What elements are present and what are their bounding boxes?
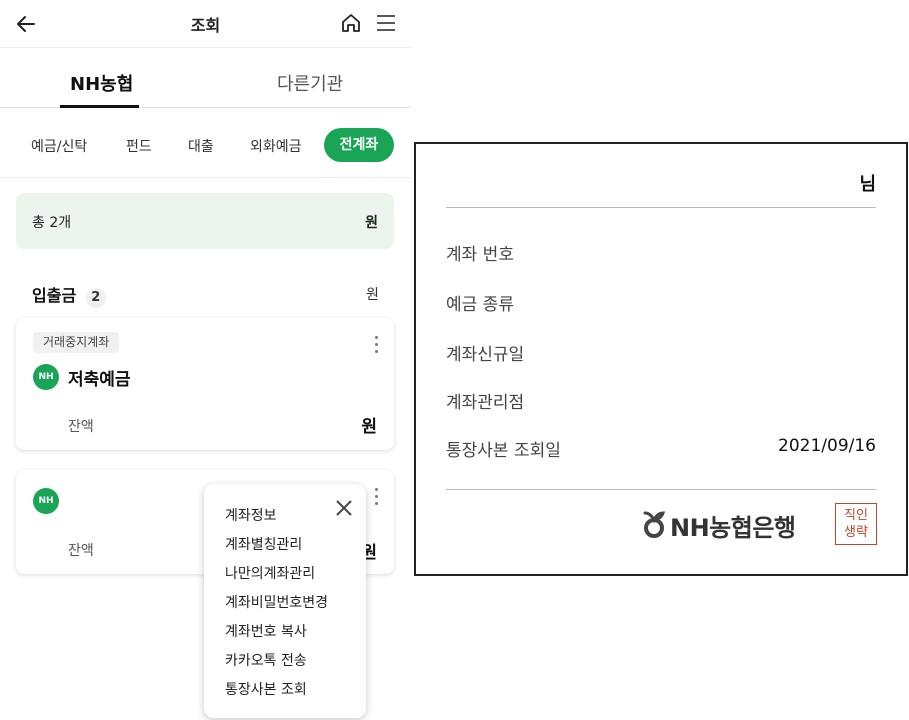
more-options-icon[interactable] xyxy=(372,334,380,356)
menu-item-passbook-copy[interactable]: 통장사본 조회 xyxy=(225,679,307,699)
category-fund[interactable]: 펀드 xyxy=(126,136,152,156)
balance-unit: 원 xyxy=(361,417,377,437)
close-icon[interactable] xyxy=(334,498,354,518)
customer-name-suffix: 님 xyxy=(859,174,876,195)
category-deposit-trust[interactable]: 예금/신탁 xyxy=(31,136,87,156)
divider xyxy=(446,489,876,490)
menu-item-alias-management[interactable]: 계좌별칭관리 xyxy=(225,534,302,554)
total-summary: 총 2개 원 xyxy=(16,193,394,249)
passbook-copy-document: 님 계좌 번호 예금 종류 계좌신규일 계좌관리점 통장사본 조회일 2021/… xyxy=(414,142,908,576)
divider xyxy=(446,207,876,208)
menu-item-account-info[interactable]: 계좌정보 xyxy=(225,505,277,525)
account-card[interactable]: 거래중지계좌 NH 저축예금 잔액 원 xyxy=(16,318,394,450)
tab-nh[interactable]: NH농협 xyxy=(70,70,133,96)
balance-label: 잔액 xyxy=(68,419,94,435)
top-bar: 조회 xyxy=(0,0,411,48)
stamp-line: 직인 xyxy=(844,508,868,523)
section-unit: 원 xyxy=(366,287,379,303)
nh-logo-icon: NH xyxy=(33,488,59,514)
balance-label: 잔액 xyxy=(68,543,94,559)
account-name: 저축예금 xyxy=(68,370,131,390)
menu-item-change-password[interactable]: 계좌비밀번호변경 xyxy=(225,592,328,612)
row-label: 계좌 번호 xyxy=(446,245,514,265)
menu-item-copy-account-number[interactable]: 계좌번호 복사 xyxy=(225,621,307,641)
home-icon[interactable] xyxy=(340,12,362,34)
section-count-badge: 2 xyxy=(85,288,106,308)
total-count: 총 2개 xyxy=(32,215,72,231)
category-foreign-deposit[interactable]: 외화예금 xyxy=(250,136,302,156)
institution-tabs: NH농협 다른기관 xyxy=(0,48,411,108)
section-label: 입출금 xyxy=(32,286,77,305)
total-unit: 원 xyxy=(365,215,378,231)
menu-item-kakaotalk-send[interactable]: 카카오톡 전송 xyxy=(225,650,307,670)
row-label: 통장사본 조회일 xyxy=(446,441,561,461)
account-inquiry-screen: 조회 NH농협 다른기관 예금/신탁 펀드 대출 외화예금 전계좌 총 2개 원… xyxy=(0,0,411,720)
row-value: 2021/09/16 xyxy=(778,436,876,456)
row-label: 계좌신규일 xyxy=(446,345,525,365)
brand-name: NH농협은행 xyxy=(670,514,796,542)
tab-other-institutions[interactable]: 다른기관 xyxy=(277,70,343,96)
category-filter: 예금/신탁 펀드 대출 외화예금 전계좌 xyxy=(0,108,411,178)
row-inquiry-date: 통장사본 조회일 2021/09/16 xyxy=(446,436,876,461)
more-options-icon[interactable] xyxy=(372,486,380,508)
category-loan[interactable]: 대출 xyxy=(188,136,214,156)
nh-bank-logo-icon xyxy=(643,511,666,538)
row-open-date: 계좌신규일 xyxy=(446,340,876,365)
row-deposit-type: 예금 종류 xyxy=(446,290,876,315)
row-managing-branch: 계좌관리점 xyxy=(446,388,876,413)
category-all-accounts[interactable]: 전계좌 xyxy=(324,128,394,162)
seal-omitted-stamp: 직인 생략 xyxy=(835,503,877,545)
row-label: 계좌관리점 xyxy=(446,393,525,413)
menu-item-my-account-management[interactable]: 나만의계좌관리 xyxy=(225,563,315,583)
row-label: 예금 종류 xyxy=(446,295,514,315)
account-options-popup: 계좌정보 계좌별칭관리 나만의계좌관리 계좌비밀번호변경 계좌번호 복사 카카오… xyxy=(204,484,366,718)
hamburger-menu-icon[interactable] xyxy=(375,12,397,34)
section-title: 입출금 2 xyxy=(32,282,106,308)
stamp-line: 생략 xyxy=(844,525,868,540)
row-account-number: 계좌 번호 xyxy=(446,240,876,265)
status-badge: 거래중지계좌 xyxy=(33,332,120,353)
nh-logo-icon: NH xyxy=(33,364,59,390)
